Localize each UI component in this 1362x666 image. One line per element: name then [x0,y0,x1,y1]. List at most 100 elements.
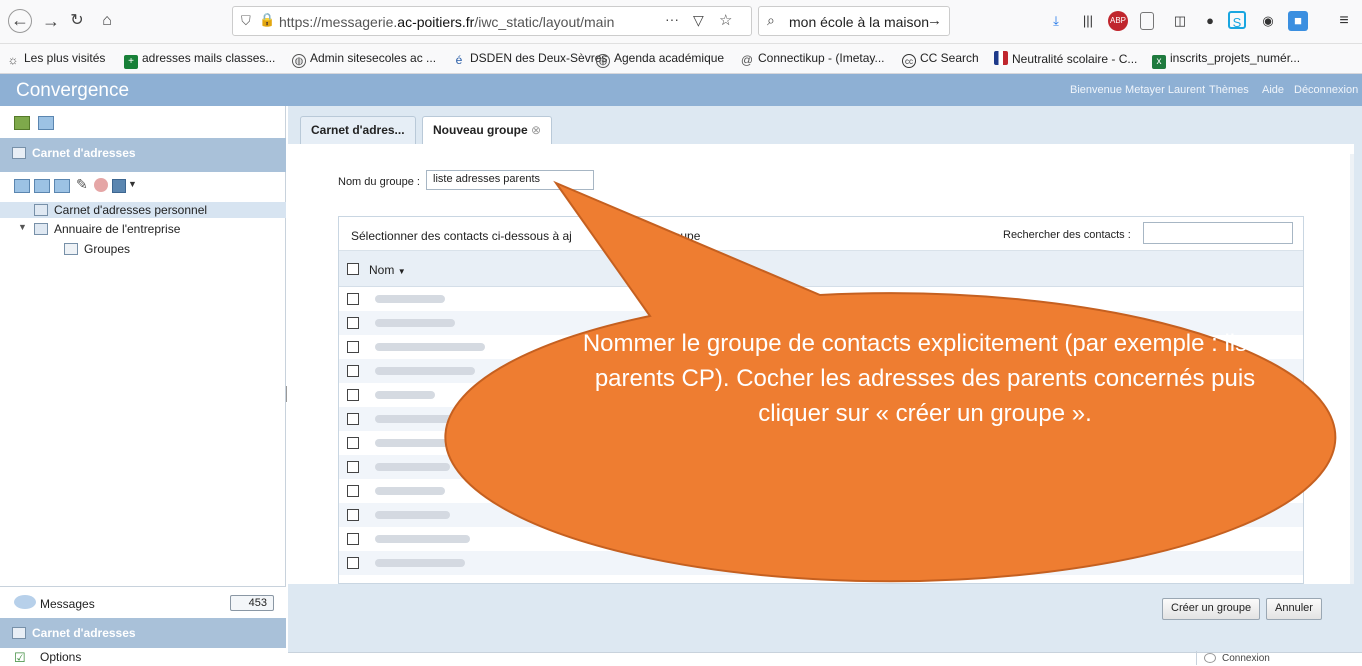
search-bar[interactable]: ⌕ mon école à la maison → [758,6,950,36]
search-input[interactable]: mon école à la maison [789,14,929,30]
contact-checkbox[interactable] [347,533,359,545]
contact-checkbox[interactable] [347,485,359,497]
back-button-icon[interactable]: ← [8,9,32,33]
account-icon[interactable]: ◉ [1258,11,1278,31]
contact-name-blurred [375,295,445,303]
contact-name-blurred [375,415,465,423]
contact-checkbox[interactable] [347,317,359,329]
messages-icon [14,595,36,609]
contact-row[interactable] [339,311,1303,335]
contact-row[interactable] [339,383,1303,407]
bookmark-star-icon[interactable]: ☆ [719,11,732,29]
contact-checkbox[interactable] [347,413,359,425]
search-icon: ⌕ [767,12,775,28]
sidebar-icon[interactable]: ◫ [1170,11,1190,31]
create-group-button[interactable]: Créer un groupe [1162,598,1261,620]
contact-checkbox[interactable] [347,365,359,377]
contact-row[interactable] [339,335,1303,359]
delete-icon[interactable] [94,178,108,192]
contact-name-blurred [375,511,450,519]
add-contact-icon[interactable] [14,179,30,193]
extension-icon[interactable]: ● [1200,11,1220,31]
contact-row[interactable] [339,455,1303,479]
contact-checkbox[interactable] [347,461,359,473]
home-icon[interactable]: ⌂ [96,10,118,32]
reload-icon[interactable]: ↻ [66,10,88,32]
download-icon[interactable]: ⤓ [1046,11,1066,31]
forward-button-icon[interactable]: → [40,10,62,32]
bookmark-item[interactable]: + adresses mails classes... [124,51,275,69]
tree-item-personal-address-book[interactable]: Carnet d'adresses personnel [34,203,207,217]
nav-options[interactable]: ☑ Options [0,648,286,665]
bookmark-item[interactable]: x inscrits_projets_numér... [1152,51,1300,69]
adblock-icon[interactable]: ABP [1108,11,1128,31]
app-header: Convergence Bienvenue Metayer Laurent Th… [0,74,1362,106]
nav-address-book[interactable]: Carnet d'adresses [0,618,286,648]
logout-link[interactable]: Déconnexion [1294,84,1358,96]
contact-checkbox[interactable] [347,437,359,449]
connection-status: Connexion [1222,653,1270,664]
contact-row[interactable] [339,527,1303,551]
contact-checkbox[interactable] [347,557,359,569]
new-contact-icon[interactable] [14,116,30,130]
extension-s-icon[interactable]: S [1228,11,1246,30]
column-name-header[interactable]: Nom ▼ [369,263,406,277]
tab-address-book[interactable]: Carnet d'adres... [300,116,416,144]
nav-messages[interactable]: Messages 453 [0,586,286,618]
new-group-icon[interactable] [38,116,54,130]
contact-checkbox[interactable] [347,293,359,305]
bookmark-item[interactable]: Neutralité scolaire - C... [994,51,1137,66]
bookmark-item[interactable]: ◍ Agenda académique [596,51,724,68]
library-icon[interactable]: ||| [1078,11,1098,31]
tab-new-group[interactable]: Nouveau groupe ⊗ [422,116,553,144]
contact-row[interactable] [339,287,1303,311]
pocket-icon[interactable]: ▽ [693,12,704,29]
column-header: Nom ▼ [339,251,1303,287]
sort-arrow-icon: ▼ [397,267,406,276]
add-group-icon[interactable] [34,179,50,193]
extension-square-icon[interactable]: ■ [1288,11,1308,31]
contact-name-blurred [375,319,455,327]
directory-icon [34,223,48,235]
search-contacts-input[interactable] [1143,222,1293,244]
new-group-form: Nom du groupe : liste adresses parents S… [288,144,1354,584]
bookmark-item[interactable]: ☼ Les plus visités [6,51,106,67]
chevron-down-icon[interactable]: ▼ [128,179,137,189]
contact-selection-panel: Sélectionner des contacts ci-dessous à a… [338,216,1304,584]
contact-row[interactable] [339,431,1303,455]
contact-checkbox[interactable] [347,341,359,353]
expand-arrow-icon[interactable]: ▼ [18,222,27,232]
add-list-icon[interactable] [54,179,70,193]
search-go-icon[interactable]: → [927,12,942,29]
cancel-button[interactable]: Annuler [1266,598,1322,620]
help-link[interactable]: Aide [1262,84,1284,96]
contact-row[interactable] [339,551,1303,575]
url-bar[interactable]: ⛉ 🔒 https://messagerie.ac-poitiers.fr/iw… [232,6,752,36]
menu-icon[interactable]: ≡ [1334,11,1354,31]
contact-checkbox[interactable] [347,509,359,521]
contact-row[interactable] [339,407,1303,431]
left-bottom-nav: Messages 453 Carnet d'adresses ☑ Options [0,586,286,665]
welcome-text: Bienvenue Metayer Laurent [1070,84,1206,96]
contact-row[interactable] [339,359,1303,383]
tree-item-groups[interactable]: Groupes [64,242,130,256]
themes-link[interactable]: Thèmes [1209,84,1249,96]
contact-row[interactable] [339,479,1303,503]
bookmark-item[interactable]: é DSDEN des Deux-Sèvres [452,51,608,67]
edit-pencil-icon[interactable]: ✎ [76,176,88,193]
reader-icon[interactable] [1140,12,1154,30]
group-name-input[interactable]: liste adresses parents [426,170,594,190]
contact-row[interactable] [339,503,1303,527]
page-actions-icon[interactable]: ··· [665,11,679,27]
bookmark-item[interactable]: ◍ Admin sitesecoles ac ... [292,51,436,68]
select-all-checkbox[interactable] [347,263,359,275]
save-icon[interactable] [112,179,126,193]
tree-item-company-directory[interactable]: Annuaire de l'entreprise [34,222,180,236]
bookmark-item[interactable]: @ Connectikup - (Imetay... [740,51,885,67]
excel-icon: x [1152,55,1166,69]
bookmark-item[interactable]: cc CC Search [902,51,979,68]
flag-icon [994,51,1008,65]
close-tab-icon[interactable]: ⊗ [531,123,541,137]
scrollbar[interactable] [1350,154,1354,584]
contact-checkbox[interactable] [347,389,359,401]
